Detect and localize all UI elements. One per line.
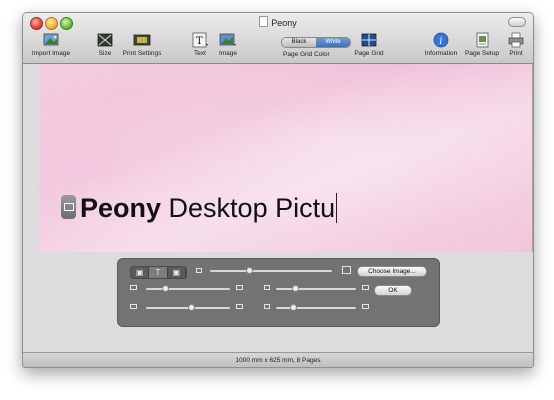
text-caret: [336, 193, 338, 223]
text-size-small-icon: [264, 285, 270, 290]
add-image-icon: [64, 203, 74, 211]
titlebar: Peony Import Image Size Print Settings T…: [23, 13, 533, 64]
text-size-slider[interactable]: [276, 288, 356, 290]
window-title: Peony: [23, 16, 533, 28]
spacing-left-icon: [130, 285, 137, 290]
page-grid-color-segment[interactable]: Black White: [281, 37, 351, 48]
page-grid-button[interactable]: Page Grid: [351, 32, 387, 57]
print-settings-label: Print Settings: [122, 50, 162, 57]
image-icon: [219, 33, 236, 46]
import-image-button[interactable]: Import Image: [29, 32, 73, 57]
status-bar: 1000 mm x 625 mm, 8 Pages: [23, 352, 533, 367]
printer-icon: [508, 32, 524, 48]
import-image-label: Import Image: [31, 50, 71, 57]
page-setup-button[interactable]: Page Setup: [464, 32, 500, 57]
text-size-large-icon: [362, 285, 369, 290]
grid-color-black-option[interactable]: Black: [282, 38, 316, 47]
mode-text-icon[interactable]: T: [149, 267, 168, 278]
ok-button[interactable]: OK: [374, 285, 412, 296]
page-setup-icon: [476, 32, 489, 48]
line-spacing-icon: [264, 304, 270, 309]
page-grid-icon: [361, 33, 377, 47]
vertical-offset-icon: [130, 304, 137, 309]
print-settings-button[interactable]: Print Settings: [118, 32, 166, 57]
app-window: Peony Import Image Size Print Settings T…: [22, 12, 534, 368]
grid-color-white-option[interactable]: White: [316, 38, 350, 47]
page-grid-label: Page Grid: [354, 50, 384, 57]
desktop-picture-canvas[interactable]: Peony Desktop Pictu: [39, 64, 533, 252]
print-label: Print: [509, 50, 523, 57]
import-image-icon: [43, 33, 59, 46]
print-settings-icon: [133, 34, 151, 46]
large-image-icon: [342, 266, 351, 274]
image-inspector-panel: ▣ T ▣ Choose Image... OK: [117, 258, 440, 327]
small-image-icon: [196, 268, 202, 273]
mode-text-image-icon[interactable]: ▣: [168, 267, 186, 278]
canvas-text-bold: Peony: [80, 193, 162, 223]
text-tool-button[interactable]: T Text: [187, 32, 213, 57]
page-setup-label: Page Setup: [465, 50, 499, 57]
horizontal-offset-slider[interactable]: [146, 288, 230, 290]
vertical-offset-knob[interactable]: [188, 304, 195, 311]
spacing-right-icon: [236, 285, 243, 290]
print-button[interactable]: Print: [505, 32, 527, 57]
image-tool-button[interactable]: Image: [215, 32, 241, 57]
line-spacing-end-icon: [362, 304, 369, 309]
line-spacing-knob[interactable]: [290, 304, 297, 311]
size-icon: [97, 33, 113, 47]
window-title-text: Peony: [271, 18, 297, 28]
image-size-slider-knob[interactable]: [246, 267, 253, 274]
information-button[interactable]: i Information: [422, 32, 460, 57]
image-size-slider[interactable]: [210, 270, 332, 272]
choose-image-button[interactable]: Choose Image...: [357, 266, 427, 277]
text-label: Text: [194, 50, 206, 57]
size-button[interactable]: Size: [95, 32, 115, 57]
page-grid-color-label: Page Grid Color: [283, 51, 330, 58]
image-label: Image: [218, 50, 238, 57]
line-spacing-slider[interactable]: [276, 307, 356, 309]
text-size-knob[interactable]: [292, 285, 299, 292]
info-icon: i: [433, 32, 449, 48]
svg-text:T: T: [196, 36, 203, 47]
canvas-text-regular: Desktop Pictu: [161, 193, 336, 223]
layout-mode-segment[interactable]: ▣ T ▣: [130, 266, 187, 279]
information-label: Information: [424, 50, 458, 57]
text-icon: T: [192, 32, 208, 48]
size-label: Size: [98, 50, 112, 57]
canvas-edge: [532, 64, 533, 252]
vertical-offset-end-icon: [236, 304, 243, 309]
horizontal-offset-knob[interactable]: [162, 285, 169, 292]
mode-image-text-icon[interactable]: ▣: [131, 267, 150, 278]
svg-text:i: i: [439, 36, 442, 47]
add-image-button[interactable]: [61, 195, 76, 219]
document-icon: [259, 16, 269, 27]
canvas-text-field[interactable]: Peony Desktop Pictu: [80, 193, 338, 224]
